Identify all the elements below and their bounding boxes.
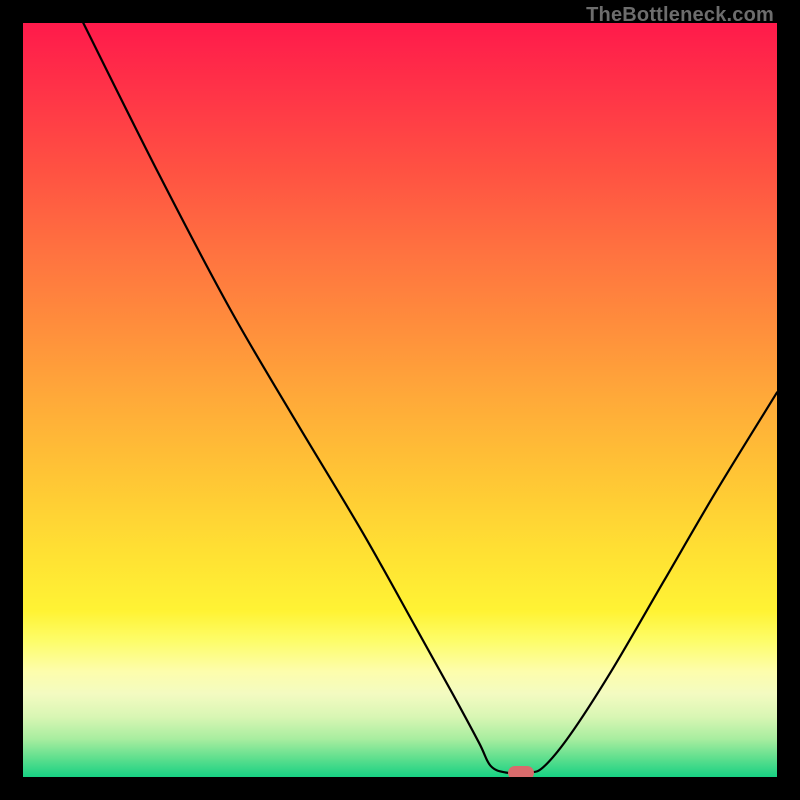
plot-background-gradient (23, 23, 777, 777)
optimal-marker (508, 766, 534, 777)
plot-area (23, 23, 777, 777)
chart-container: TheBottleneck.com (0, 0, 800, 800)
watermark-text: TheBottleneck.com (586, 4, 774, 27)
